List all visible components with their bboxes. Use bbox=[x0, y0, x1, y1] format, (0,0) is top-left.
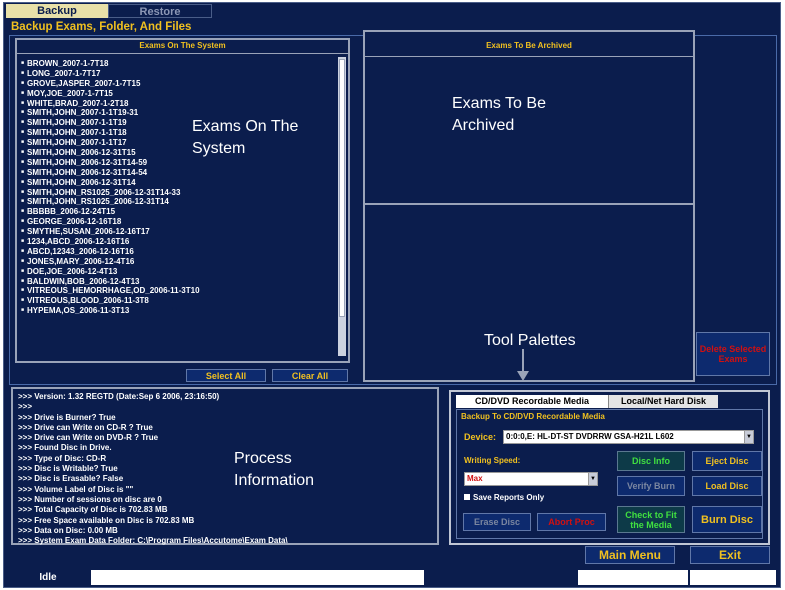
process-log-line: >>> Free Space available on Disc is 702.… bbox=[18, 515, 195, 525]
exam-list-item[interactable]: SMITH,JOHN_2006-12-31T14 bbox=[21, 178, 334, 188]
process-log-line: >>> bbox=[18, 402, 33, 412]
disc-info-button[interactable]: Disc Info bbox=[617, 451, 685, 471]
exams-on-system-callout: Exams On The System bbox=[192, 118, 299, 157]
exams-archived-callout: Exams To Be Archived bbox=[452, 95, 546, 134]
status-field-1 bbox=[91, 570, 424, 585]
exam-list-item[interactable]: SMITH,JOHN_RS1025_2006-12-31T14 bbox=[21, 197, 334, 207]
exam-list-item[interactable]: GROVE,JASPER_2007-1-7T15 bbox=[21, 79, 334, 89]
check-to-fit-media-button[interactable]: Check to Fit the Media bbox=[617, 506, 685, 533]
device-dropdown[interactable]: 0:0:0,E: HL-DT-ST DVDRRW GSA-H21L L602 ▼ bbox=[503, 430, 754, 444]
save-reports-label: Save Reports Only bbox=[473, 493, 545, 502]
exit-button[interactable]: Exit bbox=[690, 546, 770, 564]
chevron-down-icon[interactable]: ▼ bbox=[744, 431, 753, 443]
exam-list-item[interactable]: MOY,JOE_2007-1-7T15 bbox=[21, 89, 334, 99]
process-information-callout: Process Information bbox=[234, 450, 315, 489]
tab-backup[interactable]: Backup bbox=[6, 4, 108, 18]
scrollbar-thumb[interactable] bbox=[339, 59, 345, 317]
checkbox-icon[interactable] bbox=[464, 494, 470, 500]
exam-list-item[interactable]: LONG_2007-1-7T17 bbox=[21, 69, 334, 79]
tool-palettes: CD/DVD Recordable Media Local/Net Hard D… bbox=[449, 390, 770, 545]
writing-speed-dropdown[interactable]: Max ▼ bbox=[464, 472, 598, 486]
chevron-down-icon[interactable]: ▼ bbox=[588, 473, 597, 485]
exam-list-item[interactable]: SMYTHE,SUSAN_2006-12-16T17 bbox=[21, 227, 334, 237]
exam-list-item[interactable]: BBBBB_2006-12-24T15 bbox=[21, 207, 334, 217]
exam-list-item[interactable]: SMITH,JOHN_RS1025_2006-12-31T14-33 bbox=[21, 188, 334, 198]
burn-panel: Backup To CD/DVD Recordable Media Device… bbox=[456, 409, 763, 539]
archive-list-lower bbox=[363, 205, 695, 382]
process-log-line: >>> Drive can Write on DVD-R ? True bbox=[18, 433, 159, 443]
verify-burn-button[interactable]: Verify Burn bbox=[617, 476, 685, 496]
save-reports-checkbox[interactable]: Save Reports Only bbox=[464, 493, 544, 502]
exam-list-item[interactable]: HYPEMA,OS_2006-11-3T13 bbox=[21, 306, 334, 316]
select-all-button[interactable]: Select All bbox=[186, 369, 266, 382]
tool-palettes-callout: Tool Palettes bbox=[484, 332, 576, 349]
burn-disc-button[interactable]: Burn Disc bbox=[692, 506, 762, 533]
process-log-line: >>> Drive can Write on CD-R ? True bbox=[18, 422, 153, 432]
tab-local-net-hard-disk[interactable]: Local/Net Hard Disk bbox=[608, 395, 718, 408]
tab-restore[interactable]: Restore bbox=[108, 4, 212, 18]
main-menu-button[interactable]: Main Menu bbox=[585, 546, 675, 564]
abort-proc-button[interactable]: Abort Proc bbox=[537, 513, 606, 531]
exam-list-item[interactable]: VITREOUS_HEMORRHAGE,OD_2006-11-3T10 bbox=[21, 286, 334, 296]
status-text: Idle bbox=[39, 572, 57, 583]
exams-list-scrollbar[interactable] bbox=[338, 57, 346, 356]
writing-speed-value: Max bbox=[467, 474, 483, 483]
exam-list-item[interactable]: BROWN_2007-1-7T18 bbox=[21, 59, 334, 69]
clear-all-button[interactable]: Clear All bbox=[272, 369, 348, 382]
exams-on-system-list: BROWN_2007-1-7T18LONG_2007-1-7T17GROVE,J… bbox=[21, 59, 334, 355]
section-title: Backup Exams, Folder, And Files bbox=[11, 21, 192, 33]
eject-disc-button[interactable]: Eject Disc bbox=[692, 451, 762, 471]
exams-on-system-panel: Exams On The System BROWN_2007-1-7T18LON… bbox=[15, 38, 350, 363]
status-field-3 bbox=[690, 570, 776, 585]
process-log-line: >>> Total Capacity of Disc is 702.83 MB bbox=[18, 505, 168, 515]
exam-list-item[interactable]: DOE,JOE_2006-12-4T13 bbox=[21, 267, 334, 277]
erase-disc-button[interactable]: Erase Disc bbox=[463, 513, 531, 531]
device-value: 0:0:0,E: HL-DT-ST DVDRRW GSA-H21L L602 bbox=[506, 432, 674, 441]
process-log-line: >>> System Exam Data Folder: C:\Program … bbox=[18, 536, 288, 546]
burn-panel-subtitle: Backup To CD/DVD Recordable Media bbox=[461, 412, 605, 421]
process-information-panel: >>> Version: 1.32 REGTD (Date:Sep 6 2006… bbox=[11, 387, 439, 545]
exam-list-item[interactable]: BALDWIN,BOB_2006-12-4T13 bbox=[21, 277, 334, 287]
device-label: Device: bbox=[464, 432, 497, 442]
process-log-line: >>> Drive is Burner? True bbox=[18, 412, 116, 422]
writing-speed-label: Writing Speed: bbox=[464, 456, 521, 465]
tab-cd-dvd[interactable]: CD/DVD Recordable Media bbox=[456, 395, 608, 408]
exam-list-item[interactable]: GEORGE_2006-12-16T18 bbox=[21, 217, 334, 227]
exam-list-item[interactable]: WHITE,BRAD_2007-1-2T18 bbox=[21, 99, 334, 109]
exam-list-item[interactable]: ABCD,12343_2006-12-16T16 bbox=[21, 247, 334, 257]
process-log-line: >>> Number of sessions on disc are 0 bbox=[18, 494, 162, 504]
load-disc-button[interactable]: Load Disc bbox=[692, 476, 762, 496]
callout-arrow-head bbox=[517, 371, 529, 381]
exam-list-item[interactable]: SMITH,JOHN_2006-12-31T14-54 bbox=[21, 168, 334, 178]
status-field-2 bbox=[578, 570, 688, 585]
process-log-line: >>> Data on Disc: 0.00 MB bbox=[18, 525, 118, 535]
exams-to-archive-title: Exams To Be Archived bbox=[365, 38, 693, 57]
process-log-line: >>> Version: 1.32 REGTD (Date:Sep 6 2006… bbox=[18, 392, 220, 401]
exam-list-item[interactable]: JONES,MARY_2006-12-4T16 bbox=[21, 257, 334, 267]
exams-on-system-title: Exams On The System bbox=[17, 40, 348, 54]
exam-list-item[interactable]: 1234,ABCD_2006-12-16T16 bbox=[21, 237, 334, 247]
exam-list-item[interactable]: VITREOUS,BLOOD_2006-11-3T8 bbox=[21, 296, 334, 306]
delete-selected-exams-button[interactable]: Delete Selected Exams bbox=[696, 332, 770, 376]
